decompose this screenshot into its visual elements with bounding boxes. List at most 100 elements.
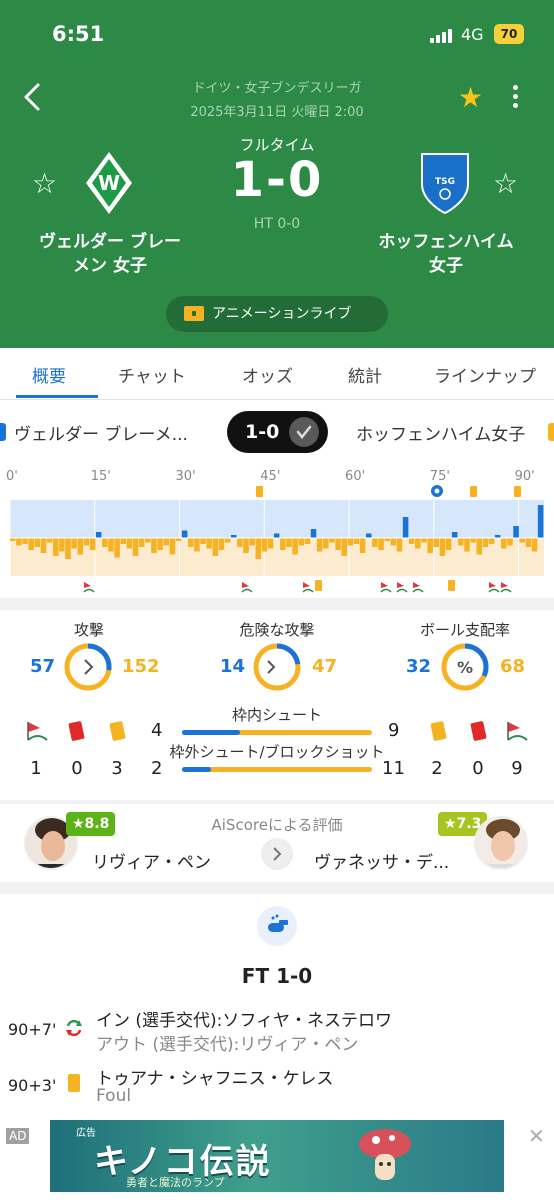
substitution-icon [66,1019,82,1037]
momentum-bar [77,538,84,555]
tab-bar: 概要 チャット オッズ 統計 ラインナップ [0,348,554,400]
momentum-bar [341,538,347,556]
momentum-bar [390,538,397,546]
tab-overview[interactable]: 概要 [32,362,66,387]
shots-off-blocked-away: 11 [382,758,405,779]
home-corners: 1 [30,758,42,779]
momentum-bar [507,538,513,546]
away-team-crest: TSG [421,153,469,215]
ad-label: 広告 [76,1128,96,1139]
corner-marker [489,582,496,588]
possession-home: 32 [406,656,432,677]
momentum-bar [482,538,489,547]
momentum-bar [488,538,495,544]
corner-marker [501,582,508,588]
favorite-star-icon[interactable]: ★ [458,84,483,112]
momentum-bar [323,538,329,549]
corner-marker [84,582,91,588]
attack-donut [64,643,112,691]
tab-chat[interactable]: チャット [118,362,186,387]
momentum-bar [138,538,145,547]
momentum-bar [286,538,292,547]
close-icon[interactable]: ✕ [528,1124,545,1148]
away-corners: 9 [511,758,523,779]
momentum-bar [16,538,22,546]
home-red-cards: 0 [71,758,83,779]
tab-stats[interactable]: 統計 [348,362,382,387]
momentum-bar [280,538,286,550]
ad-subtitle: 勇者と魔法のランプ [126,1176,225,1189]
momentum-bar [89,538,96,550]
corner-marker [397,582,404,588]
attack-label: 攻撃 [73,621,104,639]
chevron-right-icon[interactable] [261,838,293,870]
momentum-bar [114,538,120,558]
momentum-bar [501,538,507,549]
match-momentum-chart[interactable]: 0' 15' 30' 45' 60' 75' 90' [0,464,554,598]
more-options-icon[interactable] [511,85,519,113]
red-card-icon [68,720,85,742]
momentum-bar [108,538,114,552]
ad-banner[interactable]: 広告 キノコ伝説 勇者と魔法のランプ ✕ [50,1120,504,1192]
shots-off-blocked-bar [182,767,372,772]
corner-marker [381,582,388,588]
whistle-icon [257,906,297,946]
strip-home-team: ヴェルダー ブレーメ... [14,425,188,445]
strip-score: 1-0 [245,421,280,443]
player-rating-card[interactable]: AiScoreによる評価 ★8.8 リヴィア・ペン ヴァネッサ・デ... ★7.… [0,804,554,882]
tab-odds[interactable]: オッズ [242,362,293,387]
momentum-bar [163,538,169,546]
signal-icon [430,27,456,43]
pitch-icon [184,306,204,321]
event-main-text: イン (選手交代):ソフィヤ・ネステロワ [96,1011,393,1031]
momentum-bar [261,538,268,552]
momentum-bar [372,538,378,547]
strip-score-pill: 1-0 [227,411,328,453]
momentum-bar [132,538,139,556]
match-header: 6:51 4G 70 ドイツ・女子ブンデスリーガ 2025年3月11日 火曜日 … [0,0,554,348]
yellow-card-icon [68,1074,80,1092]
ad-tag: AD [6,1128,30,1144]
away-yellow-cards: 2 [431,758,443,779]
event-sub-text: アウト (選手交代):リヴィア・ペン [96,1035,359,1055]
timeline-tick: 0' [6,469,18,484]
dangerous-attack-donut [253,643,301,691]
momentum-bar [304,538,311,544]
animation-live-button[interactable]: アニメーションライブ [166,296,388,332]
yellow-card-marker [470,486,477,497]
home-player-rating: ★8.8 [66,812,116,836]
momentum-bar [310,529,317,538]
momentum-bar [476,538,483,555]
attack-home: 57 [30,656,56,677]
momentum-bar [458,538,464,546]
momentum-bar [40,538,47,553]
momentum-bar [65,538,71,559]
momentum-bar [433,538,440,547]
momentum-bar [22,538,28,544]
svg-text:TSG: TSG [435,177,455,187]
event-minute: 90+3' [8,1076,57,1095]
home-color-bar [0,423,6,441]
shots-on-target-away: 9 [388,720,400,741]
yellow-card-marker [315,580,322,591]
network-type: 4G [461,25,484,44]
yellow-card-icon [109,720,126,742]
home-team-name[interactable]: ヴェルダー ブレー メン 女子 [24,230,196,278]
momentum-bar [421,538,427,543]
momentum-bar [378,538,384,550]
yellow-card-marker [514,486,521,497]
corner-marker [242,582,249,588]
possession-away: 68 [500,656,526,677]
event-sub-text: Foul [96,1086,132,1106]
timeline-tick: 60' [345,469,365,484]
tab-lineups[interactable]: ラインナップ [434,362,536,387]
event-minute: 90+7' [8,1020,57,1039]
away-team-name[interactable]: ホッフェンハイム 女子 [364,230,528,278]
ad-banner-area: AD 広告 キノコ伝説 勇者と魔法のランプ ✕ ✕ [0,1120,554,1200]
shots-on-target-bar [182,730,372,735]
shots-off-blocked-label: 枠外シュート/ブロックショット [169,743,385,761]
follow-away-star-icon[interactable]: ☆ [493,170,518,198]
home-player-name: リヴィア・ペン [92,853,211,873]
dangerous-attack-home: 14 [220,656,246,677]
shots-off-blocked-home: 2 [151,758,163,779]
